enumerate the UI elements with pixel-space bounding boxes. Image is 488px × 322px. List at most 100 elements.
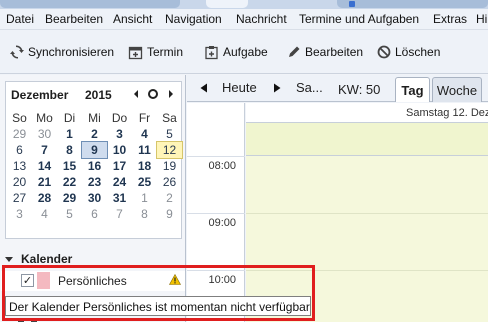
- previous-month-button[interactable]: [129, 87, 143, 101]
- day-cell[interactable]: 9: [157, 206, 182, 222]
- menu-ansicht[interactable]: Ansicht: [113, 12, 152, 26]
- weekday-header: Fr: [138, 111, 151, 125]
- calendar-checkbox[interactable]: ✓: [21, 274, 34, 287]
- delete-button[interactable]: Löschen: [376, 43, 440, 61]
- tab-favicon-icon: [349, 1, 355, 7]
- new-task-label: Aufgabe: [223, 45, 268, 59]
- menu-extras[interactable]: Extras: [433, 12, 467, 26]
- day-cell[interactable]: 25: [132, 174, 157, 190]
- day-cell[interactable]: 6: [7, 142, 32, 158]
- tab-day[interactable]: Tag: [395, 77, 430, 102]
- day-cell[interactable]: 4: [132, 126, 157, 142]
- hour-divider: [246, 213, 488, 214]
- calendar-unavailable-tooltip: Der Kalender Persönliches ist momentan n…: [5, 296, 311, 316]
- menu-bearbeiten[interactable]: Bearbeiten: [45, 12, 103, 26]
- day-cell[interactable]: 9: [81, 141, 108, 159]
- calendar-list-item[interactable]: ✓ Persönliches: [1, 271, 185, 291]
- day-cell[interactable]: 29: [7, 126, 32, 142]
- window-tab[interactable]: [206, 0, 248, 8]
- previous-day-button[interactable]: [198, 82, 210, 94]
- delete-label: Löschen: [395, 45, 441, 59]
- day-cell[interactable]: 16: [82, 158, 107, 174]
- day-cell[interactable]: 4: [32, 206, 57, 222]
- day-cell[interactable]: 17: [107, 158, 132, 174]
- day-cell[interactable]: 6: [82, 206, 107, 222]
- month-label[interactable]: Dezember: [11, 88, 68, 102]
- day-column[interactable]: Samstag 12. Dez: [246, 103, 488, 322]
- day-cell[interactable]: 28: [32, 190, 57, 206]
- menu-navigation[interactable]: Navigation: [165, 12, 222, 26]
- time-label-0800: 08:00: [208, 160, 236, 172]
- window-tab[interactable]: [0, 0, 180, 8]
- day-cell[interactable]: 7: [107, 206, 132, 222]
- arrow-right-icon: [274, 83, 281, 93]
- day-cell[interactable]: 31: [107, 190, 132, 206]
- calendar-list-title: Kalender: [21, 252, 73, 266]
- day-cell[interactable]: 27: [7, 190, 32, 206]
- next-month-button[interactable]: [164, 87, 178, 101]
- day-cell[interactable]: 26: [157, 174, 182, 190]
- hour-divider: [187, 270, 245, 271]
- chevron-left-icon: [134, 90, 138, 98]
- day-cell[interactable]: 24: [107, 174, 132, 190]
- next-day-button[interactable]: [271, 82, 283, 94]
- day-cell[interactable]: 23: [82, 174, 107, 190]
- weekday-header: Mo: [36, 111, 53, 125]
- day-header: Samstag 12. Dez: [246, 103, 488, 123]
- day-cell[interactable]: 10: [107, 142, 132, 158]
- day-cell[interactable]: 14: [32, 158, 57, 174]
- day-cell[interactable]: 8: [57, 142, 82, 158]
- menu-termine-und-aufgaben[interactable]: Termine und Aufgaben: [299, 12, 419, 26]
- menu-hilfe[interactable]: Hi: [476, 12, 487, 26]
- day-cell[interactable]: 3: [7, 206, 32, 222]
- chevron-right-icon: [169, 90, 173, 98]
- today-nav-button[interactable]: Heute: [222, 80, 257, 95]
- day-cell[interactable]: 8: [132, 206, 157, 222]
- task-add-icon: [204, 45, 219, 60]
- day-cell[interactable]: 21: [32, 174, 57, 190]
- day-cell[interactable]: 18: [132, 158, 157, 174]
- day-cell[interactable]: 5: [57, 206, 82, 222]
- warning-icon: [168, 273, 182, 288]
- left-pane: Dezember 2015 So Mo Di Mi Do Fr Sa 29 30 1 2 3 4 5 6 7 8…: [0, 75, 186, 322]
- day-cell[interactable]: 29: [57, 190, 82, 206]
- day-cell[interactable]: 13: [7, 158, 32, 174]
- day-cell[interactable]: 30: [82, 190, 107, 206]
- day-cell[interactable]: 2: [82, 126, 107, 142]
- time-column: 08:00 09:00 10:00: [187, 103, 245, 322]
- sync-button[interactable]: Synchronisieren: [9, 43, 114, 61]
- hour-divider: [187, 156, 245, 157]
- calendar-name: Persönliches: [58, 274, 127, 288]
- day-cell[interactable]: 15: [57, 158, 82, 174]
- window-tab[interactable]: [337, 0, 488, 8]
- circle-icon: [148, 89, 158, 99]
- current-date-label: Sa...: [296, 80, 323, 95]
- arrow-left-icon: [200, 83, 207, 93]
- year-label[interactable]: 2015: [85, 88, 112, 102]
- weekday-header: Mi: [88, 111, 101, 125]
- day-cell[interactable]: 20: [7, 174, 32, 190]
- day-cell[interactable]: 2: [157, 190, 182, 206]
- day-cell[interactable]: 30: [32, 126, 57, 142]
- calendar-list-header[interactable]: Kalender: [5, 252, 72, 266]
- all-day-area[interactable]: [246, 123, 488, 156]
- new-task-button[interactable]: Aufgabe: [204, 43, 268, 61]
- pencil-icon: [286, 45, 301, 60]
- day-cell[interactable]: 5: [157, 126, 182, 142]
- new-event-button[interactable]: Termin: [128, 43, 183, 61]
- menu-nachricht[interactable]: Nachricht: [236, 12, 287, 26]
- day-cell[interactable]: 11: [132, 142, 157, 158]
- menu-datei[interactable]: Datei: [6, 12, 34, 26]
- day-cell[interactable]: 22: [57, 174, 82, 190]
- collapse-triangle-icon: [5, 256, 13, 262]
- day-cell[interactable]: 1: [57, 126, 82, 142]
- today-button[interactable]: [146, 87, 160, 101]
- day-cell[interactable]: 7: [32, 142, 57, 158]
- day-cell[interactable]: 3: [107, 126, 132, 142]
- weekday-header: Sa: [162, 111, 177, 125]
- day-cell[interactable]: 19: [157, 158, 182, 174]
- edit-button[interactable]: Bearbeiten: [286, 43, 363, 61]
- day-cell[interactable]: 1: [132, 190, 157, 206]
- tab-week[interactable]: Woche: [432, 77, 482, 102]
- day-cell[interactable]: 12: [156, 141, 183, 159]
